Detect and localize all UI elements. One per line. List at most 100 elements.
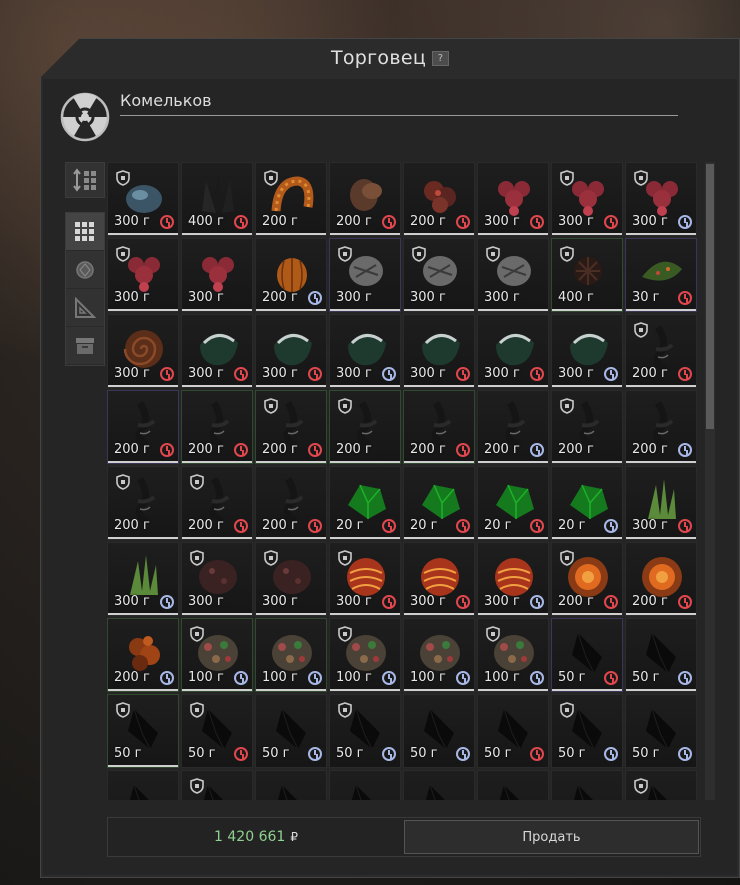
item-slot[interactable]: 300 г: [107, 162, 179, 236]
item-slot[interactable]: 400 г: [181, 162, 253, 236]
item-slot[interactable]: 200 г: [625, 390, 697, 464]
item-slot[interactable]: 300 г: [477, 542, 549, 616]
item-slot[interactable]: 300 г: [181, 314, 253, 388]
item-slot[interactable]: 50 г: [255, 694, 327, 768]
radiation-icon: [60, 92, 110, 142]
item-slot[interactable]: 300 г: [329, 238, 401, 312]
timer-icon: [530, 747, 544, 761]
item-slot[interactable]: [107, 770, 179, 800]
item-slot[interactable]: 50 г: [181, 694, 253, 768]
item-slot[interactable]: 300 г: [477, 162, 549, 236]
item-slot[interactable]: 300 г: [477, 314, 549, 388]
filter-tools-button[interactable]: [66, 289, 104, 327]
item-slot[interactable]: 20 г: [551, 466, 623, 540]
item-price: 300 г: [484, 214, 520, 229]
item-slot[interactable]: 20 г: [403, 466, 475, 540]
item-slot[interactable]: 300 г: [551, 162, 623, 236]
item-slot[interactable]: 300 г: [255, 314, 327, 388]
filter-all-button[interactable]: [66, 213, 104, 251]
condition-bar: [404, 537, 474, 539]
item-slot[interactable]: 200 г: [625, 314, 697, 388]
item-slot[interactable]: 50 г: [107, 694, 179, 768]
item-slot[interactable]: 200 г: [477, 390, 549, 464]
item-slot[interactable]: 300 г: [181, 238, 253, 312]
timer-icon: [530, 595, 544, 609]
item-slot[interactable]: 400 г: [551, 238, 623, 312]
item-slot[interactable]: 50 г: [625, 618, 697, 692]
item-slot[interactable]: 300 г: [625, 466, 697, 540]
item-slot[interactable]: [551, 770, 623, 800]
timer-icon: [308, 291, 322, 305]
item-slot[interactable]: 200 г: [107, 466, 179, 540]
item-price: 300 г: [632, 214, 668, 229]
filter-containers-button[interactable]: [66, 327, 104, 365]
item-slot[interactable]: 200 г: [329, 390, 401, 464]
item-slot[interactable]: 300 г: [107, 542, 179, 616]
item-slot[interactable]: 200 г: [181, 390, 253, 464]
condition-bar: [552, 461, 622, 463]
item-slot[interactable]: 300 г: [477, 238, 549, 312]
condition-bar: [626, 461, 696, 463]
item-slot[interactable]: 100 г: [255, 618, 327, 692]
item-slot[interactable]: 300 г: [625, 162, 697, 236]
item-slot[interactable]: 200 г: [403, 390, 475, 464]
scrollbar-thumb[interactable]: [706, 164, 714, 429]
item-slot[interactable]: 300 г: [329, 314, 401, 388]
item-slot[interactable]: [403, 770, 475, 800]
sell-button[interactable]: Продать: [404, 820, 699, 854]
item-slot[interactable]: [255, 770, 327, 800]
item-slot[interactable]: 200 г: [255, 162, 327, 236]
item-price: 300 г: [262, 594, 298, 609]
item-slot[interactable]: 300 г: [107, 314, 179, 388]
item-slot[interactable]: 200 г: [107, 390, 179, 464]
item-slot[interactable]: 300 г: [403, 238, 475, 312]
artifact-image: [653, 401, 674, 447]
condition-bar: [552, 613, 622, 615]
item-slot[interactable]: 50 г: [625, 694, 697, 768]
shield-icon: [116, 246, 130, 262]
item-slot[interactable]: 30 г: [625, 238, 697, 312]
item-slot[interactable]: 200 г: [329, 162, 401, 236]
item-slot[interactable]: [477, 770, 549, 800]
item-slot[interactable]: 200 г: [255, 238, 327, 312]
item-slot[interactable]: 300 г: [107, 238, 179, 312]
timer-icon: [678, 291, 692, 305]
sort-button[interactable]: [65, 162, 105, 198]
item-slot[interactable]: 200 г: [551, 542, 623, 616]
filter-artifacts-button[interactable]: [66, 251, 104, 289]
item-slot[interactable]: 200 г: [551, 390, 623, 464]
item-slot[interactable]: 200 г: [181, 466, 253, 540]
artifact-image: [348, 333, 386, 366]
item-slot[interactable]: 20 г: [477, 466, 549, 540]
item-slot[interactable]: 200 г: [255, 390, 327, 464]
item-slot[interactable]: 200 г: [255, 466, 327, 540]
item-price: 200 г: [336, 214, 372, 229]
scrollbar[interactable]: [705, 162, 715, 800]
item-slot[interactable]: 200 г: [107, 618, 179, 692]
item-slot[interactable]: 300 г: [403, 542, 475, 616]
item-slot[interactable]: 50 г: [551, 694, 623, 768]
item-slot[interactable]: 50 г: [403, 694, 475, 768]
item-slot[interactable]: 200 г: [403, 162, 475, 236]
item-slot[interactable]: 20 г: [329, 466, 401, 540]
item-slot[interactable]: 300 г: [181, 542, 253, 616]
item-slot[interactable]: 50 г: [477, 694, 549, 768]
item-slot[interactable]: 300 г: [329, 542, 401, 616]
shield-icon: [116, 170, 130, 186]
item-slot[interactable]: [181, 770, 253, 800]
help-button[interactable]: ?: [432, 51, 450, 66]
item-slot[interactable]: 300 г: [255, 542, 327, 616]
item-slot[interactable]: 100 г: [329, 618, 401, 692]
item-slot[interactable]: 300 г: [403, 314, 475, 388]
item-slot[interactable]: 200 г: [625, 542, 697, 616]
shield-icon: [116, 702, 130, 718]
item-slot[interactable]: 100 г: [403, 618, 475, 692]
item-slot[interactable]: 300 г: [551, 314, 623, 388]
item-slot[interactable]: 100 г: [477, 618, 549, 692]
item-slot[interactable]: [625, 770, 697, 800]
item-slot[interactable]: 50 г: [329, 694, 401, 768]
item-slot[interactable]: [329, 770, 401, 800]
item-slot[interactable]: 50 г: [551, 618, 623, 692]
condition-bar: [182, 385, 252, 387]
item-slot[interactable]: 100 г: [181, 618, 253, 692]
